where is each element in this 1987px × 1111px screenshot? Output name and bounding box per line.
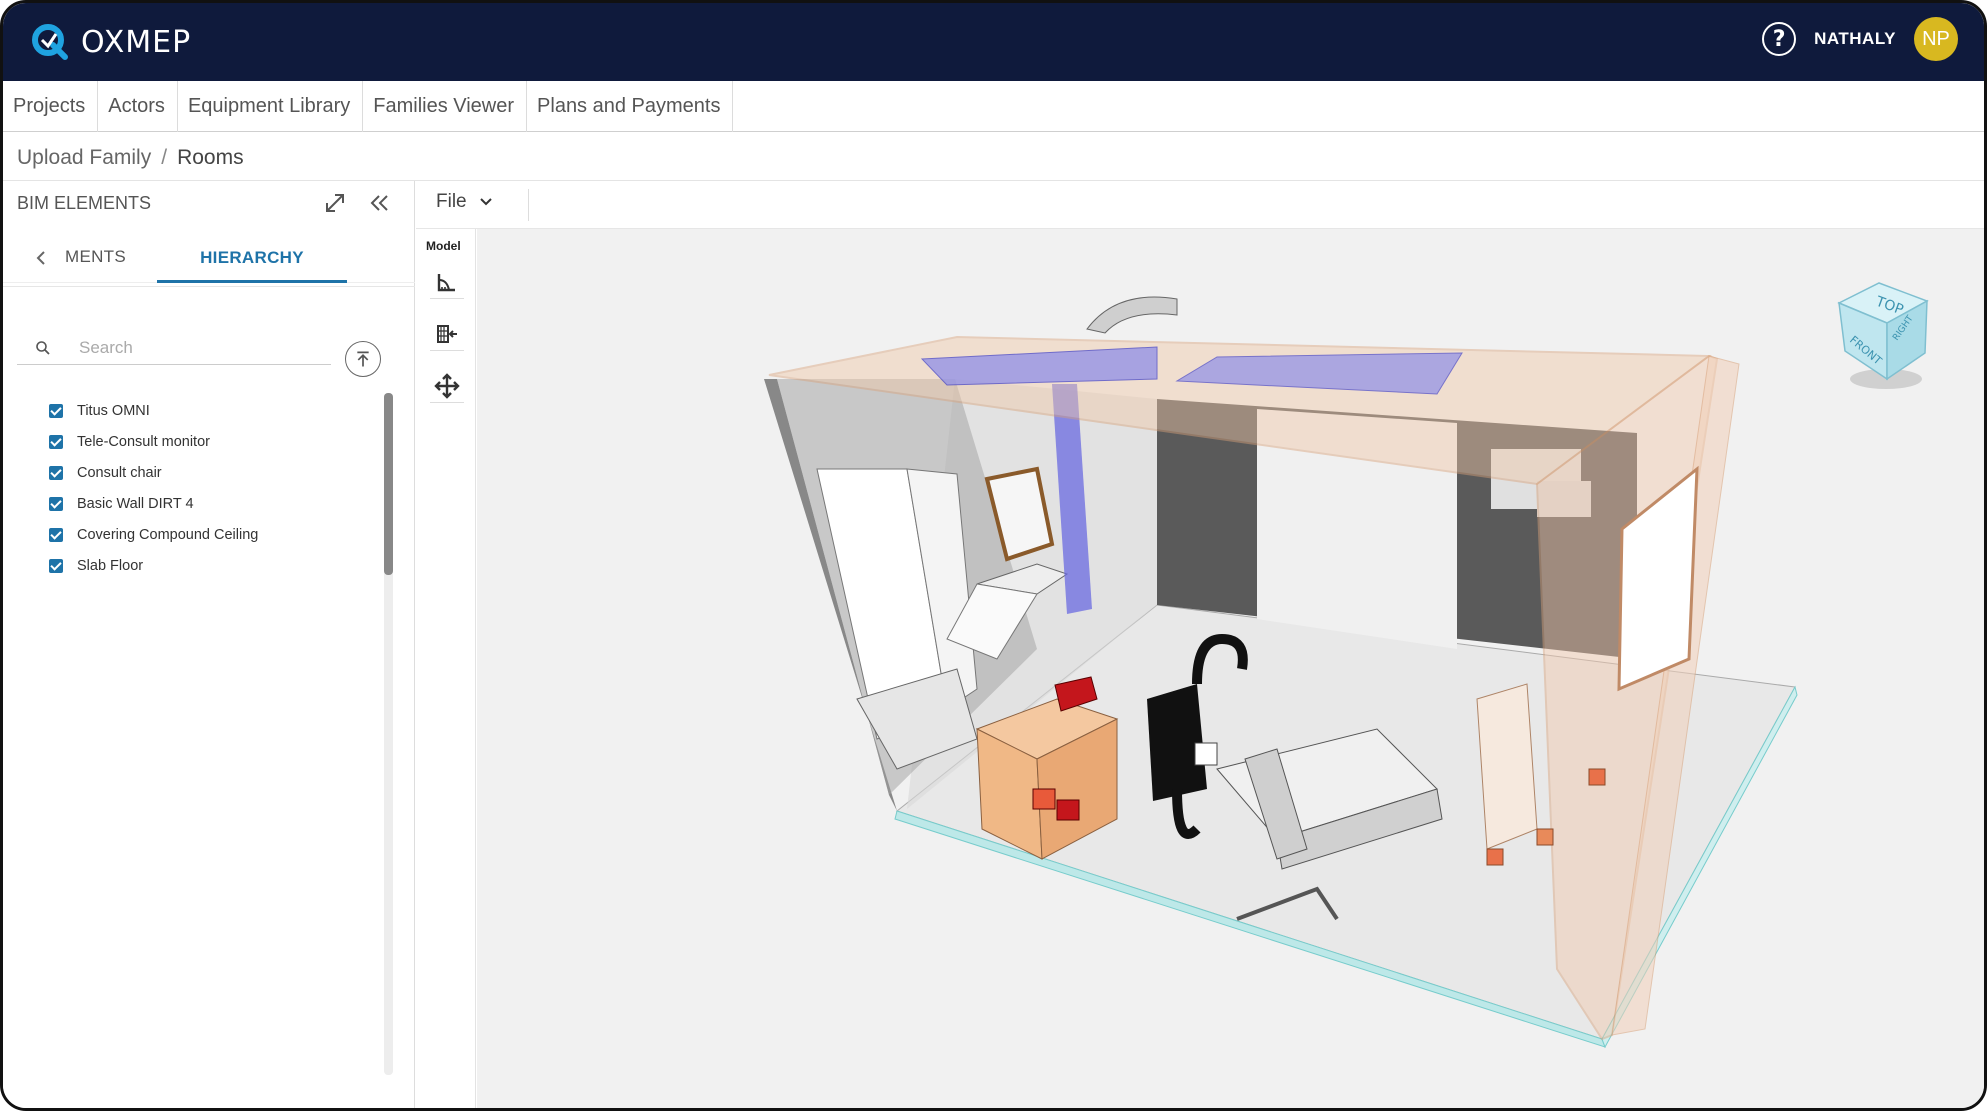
- chevron-left-icon[interactable]: [33, 249, 51, 267]
- search-input[interactable]: [79, 335, 319, 361]
- checkbox[interactable]: [49, 434, 63, 449]
- main-nav: Projects Actors Equipment Library Famili…: [3, 81, 1984, 132]
- user-name[interactable]: NATHALY: [1814, 29, 1896, 49]
- search-box: [17, 331, 331, 365]
- checkbox[interactable]: [49, 496, 63, 511]
- divider: [528, 189, 529, 221]
- pan-icon: [434, 372, 460, 399]
- collapse-panel-icon[interactable]: [365, 189, 393, 217]
- checkbox[interactable]: [49, 527, 63, 542]
- help-icon[interactable]: ?: [1762, 22, 1797, 56]
- top-bar-actions: ? NATHALY NP: [1762, 17, 1958, 61]
- section-button[interactable]: [430, 317, 464, 351]
- tree-item[interactable]: Consult chair: [49, 457, 258, 488]
- top-bar: OXMEP ? NATHALY NP: [3, 3, 1984, 81]
- panel-title: BIM ELEMENTS: [17, 193, 152, 213]
- section-icon: [437, 324, 457, 343]
- nav-plans-and-payments[interactable]: Plans and Payments: [527, 81, 734, 132]
- bim-elements-panel: BIM ELEMENTS MENTS HIERARCHY Titus O: [3, 181, 415, 1108]
- model-viewport[interactable]: [477, 229, 1987, 1111]
- search-icon: [36, 341, 50, 355]
- tree-item[interactable]: Tele-Consult monitor: [49, 426, 258, 457]
- tools-title: Model: [426, 239, 461, 253]
- file-menu-label: File: [436, 191, 467, 212]
- tree-item-label: Titus OMNI: [77, 402, 150, 419]
- room-3d-model[interactable]: [477, 229, 1987, 1111]
- nav-projects[interactable]: Projects: [3, 81, 99, 132]
- tree-item-label: Tele-Consult monitor: [77, 433, 210, 450]
- breadcrumb-separator: /: [161, 146, 168, 169]
- expand-icon[interactable]: [321, 189, 349, 217]
- panel-tabs: MENTS HIERARCHY: [3, 235, 415, 283]
- upload-icon[interactable]: [345, 341, 381, 377]
- nav-families-viewer[interactable]: Families Viewer: [363, 81, 528, 132]
- nav-equipment-library[interactable]: Equipment Library: [178, 81, 364, 132]
- breadcrumb: Upload Family / Rooms: [17, 143, 244, 173]
- app-window: OXMEP ? NATHALY NP Projects Actors Equip…: [0, 0, 1987, 1111]
- scrollbar-thumb[interactable]: [384, 393, 393, 575]
- nav-actors[interactable]: Actors: [98, 81, 178, 132]
- checkbox[interactable]: [49, 465, 63, 480]
- breadcrumb-current: Rooms: [177, 146, 244, 169]
- checkbox[interactable]: [49, 403, 63, 418]
- brand-name: OXMEP: [81, 24, 192, 60]
- tree-item-label: Consult chair: [77, 464, 162, 481]
- tab-hierarchy[interactable]: HIERARCHY: [157, 235, 347, 283]
- tree-item-label: Basic Wall DIRT 4: [77, 495, 194, 512]
- hierarchy-tree: Titus OMNI Tele-Consult monitor Consult …: [49, 395, 258, 581]
- brand-logo[interactable]: OXMEP: [29, 21, 191, 63]
- pan-button[interactable]: [430, 369, 464, 403]
- file-menu[interactable]: File: [436, 189, 529, 221]
- measure-button[interactable]: [430, 265, 464, 299]
- tree-item[interactable]: Basic Wall DIRT 4: [49, 488, 258, 519]
- viewer-toolbar: File: [416, 181, 1984, 229]
- view-cube-icon[interactable]: TOP FRONT RIGHT: [1831, 279, 1941, 399]
- tree-item[interactable]: Slab Floor: [49, 550, 258, 581]
- model-tools: Model: [416, 229, 476, 1108]
- chevron-down-icon: [479, 198, 492, 206]
- breadcrumb-upload-family[interactable]: Upload Family: [17, 146, 151, 170]
- measure-icon: [437, 273, 455, 291]
- avatar[interactable]: NP: [1914, 17, 1958, 61]
- tree-item[interactable]: Covering Compound Ceiling: [49, 519, 258, 550]
- tree-item[interactable]: Titus OMNI: [49, 395, 258, 426]
- oxmep-logo-icon: [32, 24, 68, 60]
- tree-item-label: Slab Floor: [77, 557, 144, 574]
- tree-item-label: Covering Compound Ceiling: [77, 526, 259, 543]
- divider: [3, 286, 415, 287]
- checkbox[interactable]: [49, 558, 63, 573]
- tab-elements[interactable]: MENTS: [65, 247, 126, 267]
